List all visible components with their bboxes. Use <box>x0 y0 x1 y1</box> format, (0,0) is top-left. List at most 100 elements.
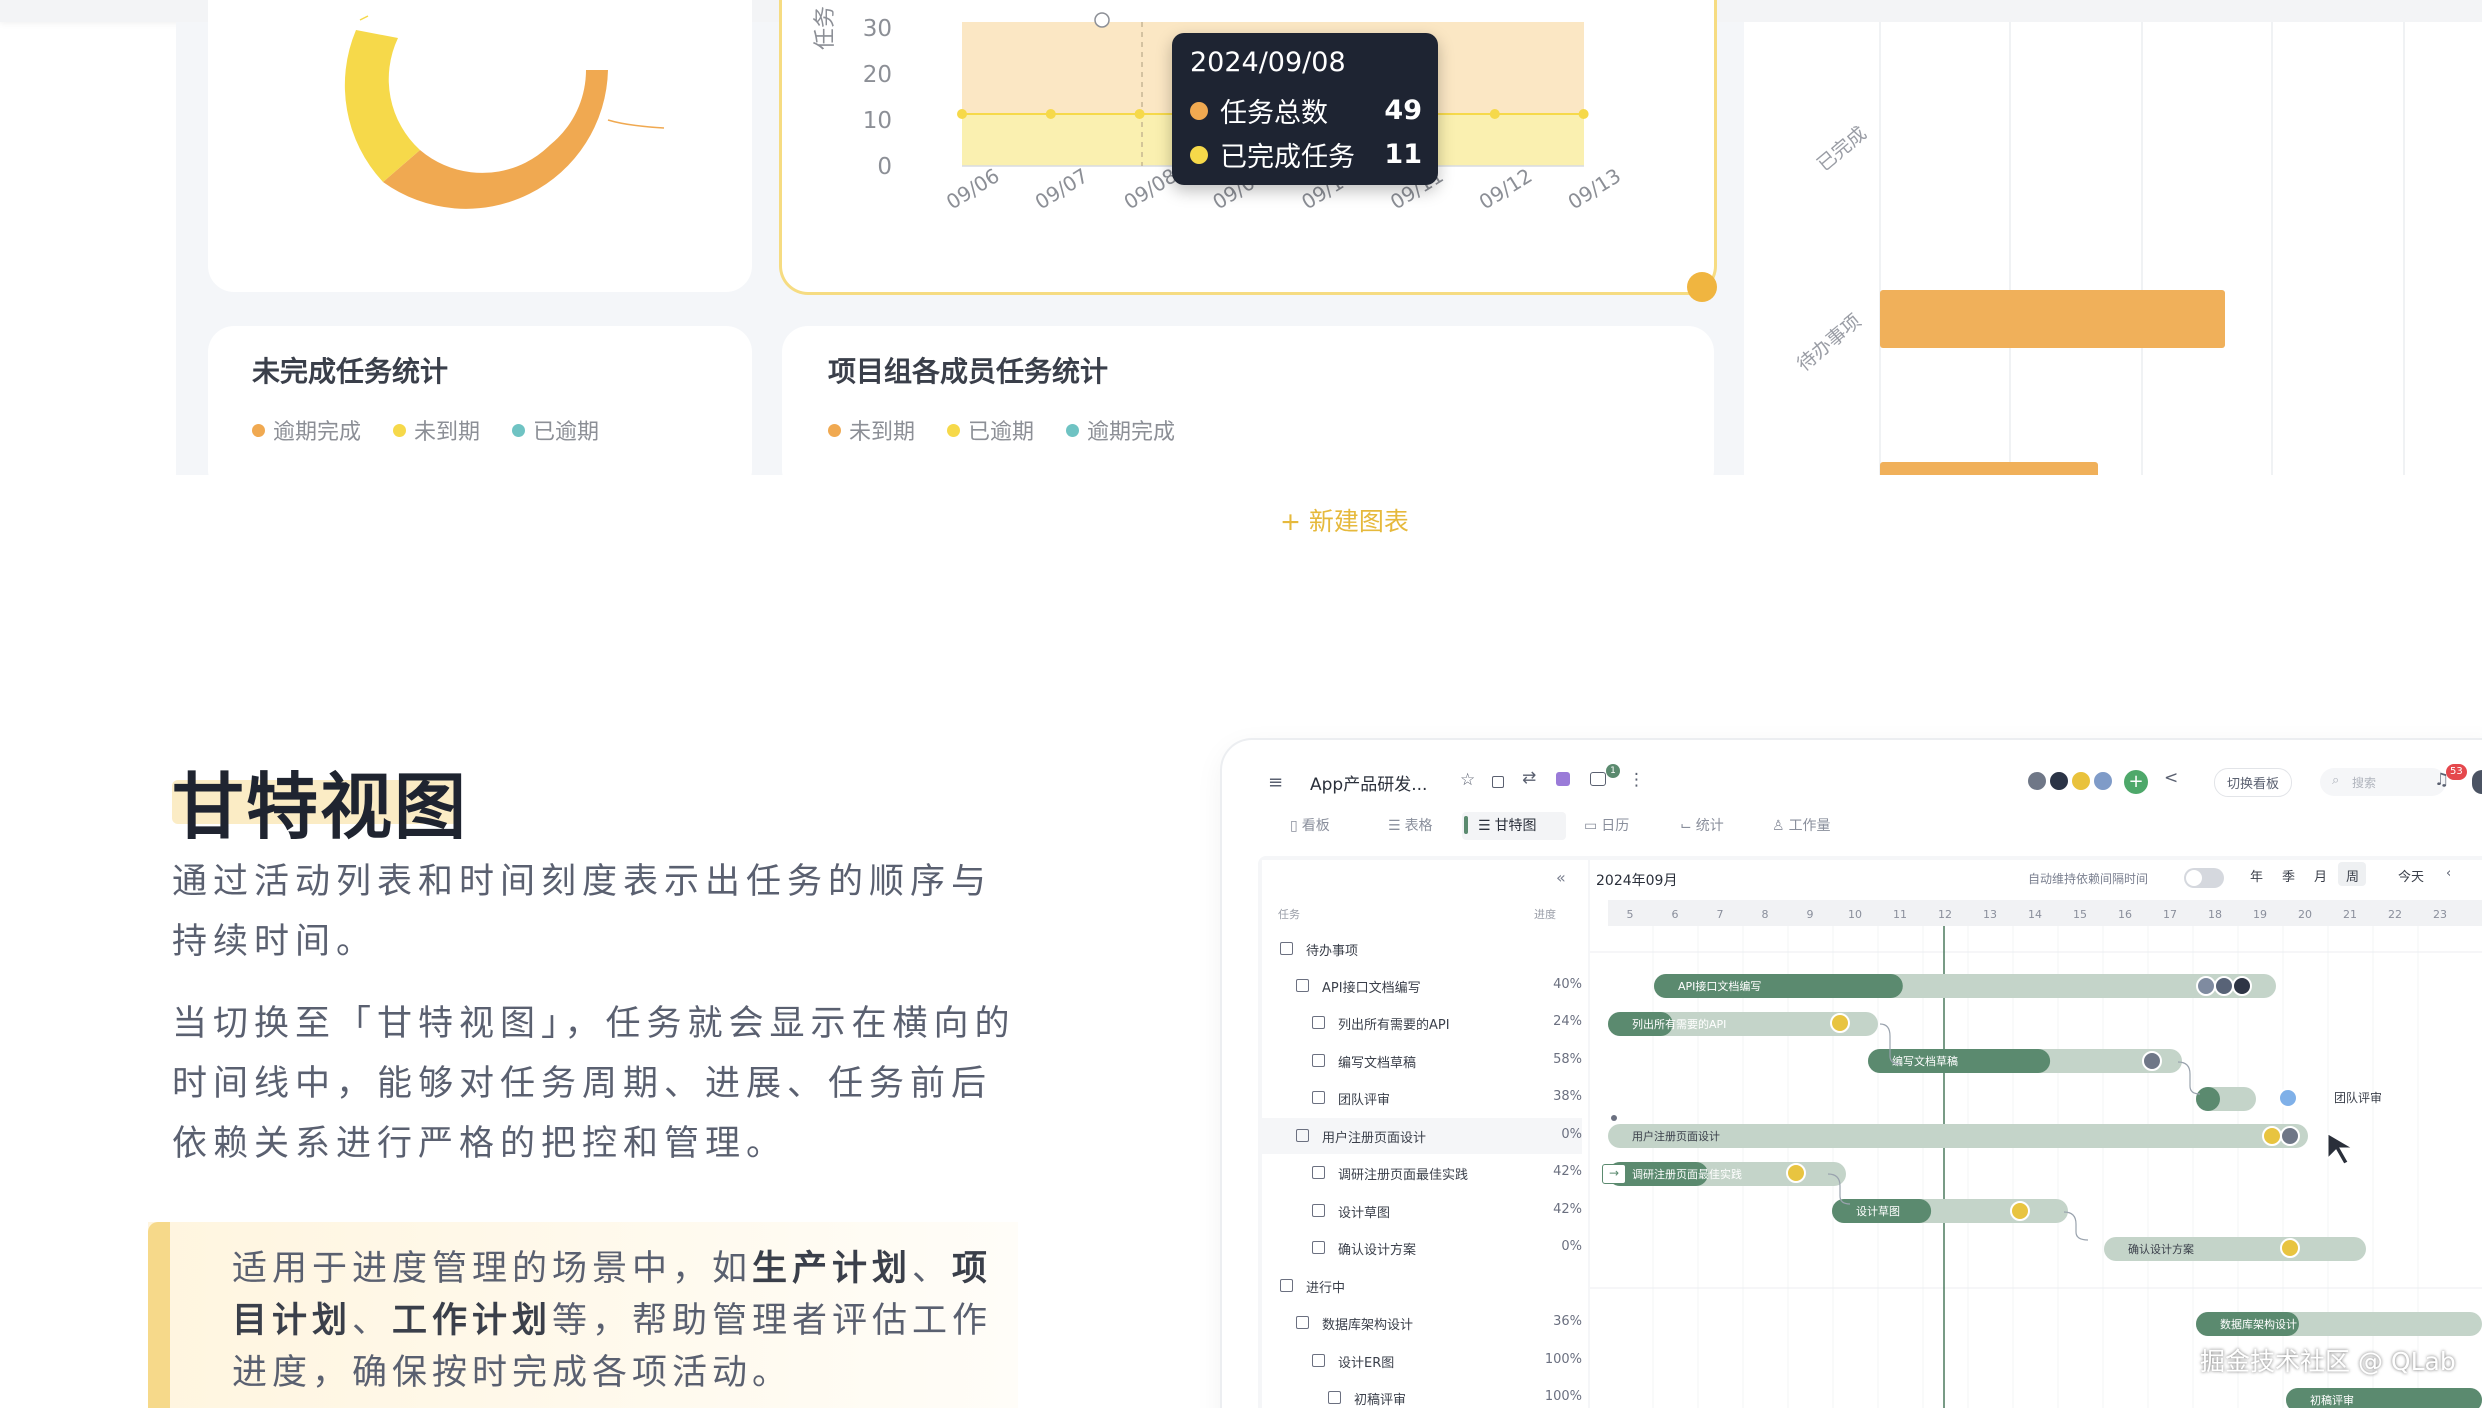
total-series-point <box>1094 12 1110 28</box>
tab-label: 看板 <box>1301 818 1330 834</box>
bar-side-label: 团队评审 <box>2334 1091 2383 1105</box>
task-row[interactable]: 编写文档草稿 58% <box>1262 1043 1582 1079</box>
scale-year[interactable]: 年 <box>2250 866 2263 885</box>
task-row[interactable]: 初稿评审 100% <box>1262 1380 1582 1408</box>
group-row[interactable]: 进行中 <box>1262 1268 1582 1304</box>
avatar[interactable] <box>2048 770 2070 792</box>
gantt-bar-label: 确认设计方案 <box>2128 1242 2194 1256</box>
task-row[interactable]: API接口文档编写 40% <box>1262 968 1582 1004</box>
task-row[interactable]: 确认设计方案 0% <box>1262 1230 1582 1266</box>
avatar[interactable] <box>2232 976 2252 996</box>
avatar[interactable] <box>2278 1088 2298 1108</box>
legend-item[interactable]: 未到期 <box>828 414 915 446</box>
tab-board[interactable]: ▯ 看板 <box>1290 815 1330 835</box>
right-bar-chart: 已完成 待办事项 <box>1793 22 2405 477</box>
task-row[interactable]: 调研注册页面最佳实践 42% <box>1262 1155 1582 1191</box>
scale-quarter[interactable]: 季 <box>2282 866 2295 885</box>
donut-card <box>208 0 752 292</box>
auto-keep-toggle[interactable] <box>2184 868 2224 888</box>
star-icon[interactable]: ☆ <box>1460 770 1475 790</box>
legend-dot-orange <box>828 423 841 437</box>
col-task-header: 任务 <box>1278 908 1300 921</box>
bar-pending <box>1880 290 2225 348</box>
gantt-bar-label: 调研注册页面最佳实践 <box>1632 1167 1742 1181</box>
avatar[interactable] <box>2262 1126 2282 1146</box>
user-icon: ♙ <box>1772 818 1785 834</box>
legend-item[interactable]: 逾期完成 <box>1066 414 1175 446</box>
day-tick: 5 <box>1627 908 1634 921</box>
today-button[interactable]: 今天 <box>2398 866 2424 885</box>
avatar[interactable] <box>2070 770 2092 792</box>
right-bar-chart-card: 已完成 待办事项 <box>1744 22 2482 477</box>
legend-item[interactable]: 已逾期 <box>947 414 1034 446</box>
card-legend: 未到期 已逾期 逾期完成 <box>828 414 1175 446</box>
scale-month[interactable]: 月 <box>2314 866 2327 885</box>
day-tick: 11 <box>1893 908 1907 921</box>
scale-week[interactable]: 周 <box>2346 866 2359 885</box>
search-input[interactable]: ⌕ 搜索 <box>2320 768 2446 796</box>
bucket-icon[interactable] <box>1556 772 1570 786</box>
legend-item[interactable]: 已逾期 <box>512 414 599 446</box>
task-row[interactable]: 列出所有需要的API 24% <box>1262 1005 1582 1041</box>
tab-stats[interactable]: ⌙ 统计 <box>1680 815 1724 835</box>
avatar[interactable] <box>2280 1126 2300 1146</box>
timeline-month: 2024年09月 <box>1596 873 1678 889</box>
y-tick-label: 10 <box>863 108 892 134</box>
robot-icon[interactable] <box>1590 772 1606 786</box>
task-row[interactable]: 设计草图 42% <box>1262 1193 1582 1229</box>
legend-item[interactable]: 未到期 <box>393 414 480 446</box>
add-member-icon[interactable]: + <box>2124 770 2148 794</box>
tab-table[interactable]: ☰ 表格 <box>1388 815 1433 835</box>
col-progress-header: 进度 <box>1534 908 1556 921</box>
task-row[interactable]: 数据库架构设计 36% <box>1262 1305 1582 1341</box>
task-row[interactable]: 团队评审 38% <box>1262 1080 1582 1116</box>
watermark: 掘金技术社区 @ QLab <box>2200 1347 2456 1376</box>
arrow-right-icon[interactable]: → <box>1602 1164 1626 1184</box>
user-avatar[interactable] <box>2472 770 2482 794</box>
tab-gantt[interactable]: ☰ 甘特图 <box>1478 815 1537 835</box>
task-progress: 24% <box>1553 1014 1582 1029</box>
task-label: API接口文档编写 <box>1322 981 1421 996</box>
card-legend: 逾期完成 未到期 已逾期 <box>252 414 599 446</box>
new-chart-button[interactable]: + 新建图表 <box>1280 502 1409 538</box>
avatar[interactable] <box>2196 976 2216 996</box>
group-row[interactable]: 待办事项 <box>1262 931 1582 967</box>
switch-board-button[interactable]: 切换看板 <box>2214 768 2293 797</box>
legend-item[interactable]: 逾期完成 <box>252 414 361 446</box>
x-tick-label: 09/07 <box>1031 163 1093 214</box>
day-tick: 12 <box>1938 908 1952 921</box>
task-label: 数据库架构设计 <box>1322 1318 1414 1333</box>
tab-calendar[interactable]: ▭ 日历 <box>1584 815 1629 835</box>
avatar[interactable] <box>2026 770 2048 792</box>
day-tick: 7 <box>1717 908 1724 921</box>
day-tick: 21 <box>2343 908 2357 921</box>
prev-icon[interactable]: ‹ <box>2446 866 2451 881</box>
avatar[interactable] <box>1830 1013 1850 1033</box>
avatar[interactable] <box>2092 770 2114 792</box>
drag-point <box>1611 1115 1617 1121</box>
gantt-timeline: 5 6 7 8 9 10 11 12 13 14 15 16 17 18 19 20 21 22 23 API接口文… <box>1590 900 2482 1408</box>
callout-fragment: 适用于进度管理的场景中，如 <box>232 1249 753 1289</box>
project-title[interactable]: App产品研发... <box>1310 770 1427 795</box>
avatar[interactable] <box>2214 976 2234 996</box>
gantt-bar-label: 编写文档草稿 <box>1892 1054 1958 1068</box>
tooltip-date: 2024/09/08 <box>1190 47 1346 78</box>
task-icon <box>1312 1091 1325 1104</box>
gantt-icon: ☰ <box>1478 818 1491 834</box>
task-row[interactable]: 设计ER图 100% <box>1262 1343 1582 1379</box>
menu-icon[interactable]: ≡ <box>1268 772 1283 793</box>
tab-workload[interactable]: ♙ 工作量 <box>1772 815 1831 835</box>
avatar[interactable] <box>2142 1051 2162 1071</box>
avatar[interactable] <box>2010 1201 2030 1221</box>
avatar[interactable] <box>1786 1163 1806 1183</box>
collapse-icon[interactable]: « <box>1556 868 1566 887</box>
avatar[interactable] <box>2280 1238 2300 1258</box>
share-icon[interactable]: < <box>2164 768 2178 788</box>
swap-icon[interactable]: ⇄ <box>1522 768 1536 788</box>
more-icon[interactable]: ⋮ <box>1628 770 1645 790</box>
task-label: 设计草图 <box>1338 1206 1391 1221</box>
lock-icon[interactable] <box>1492 776 1504 788</box>
task-row-selected[interactable]: 用户注册页面设计 0% <box>1262 1118 1582 1154</box>
gantt-bar-label: 设计草图 <box>1856 1205 1900 1218</box>
resize-handle[interactable] <box>1687 272 1717 302</box>
